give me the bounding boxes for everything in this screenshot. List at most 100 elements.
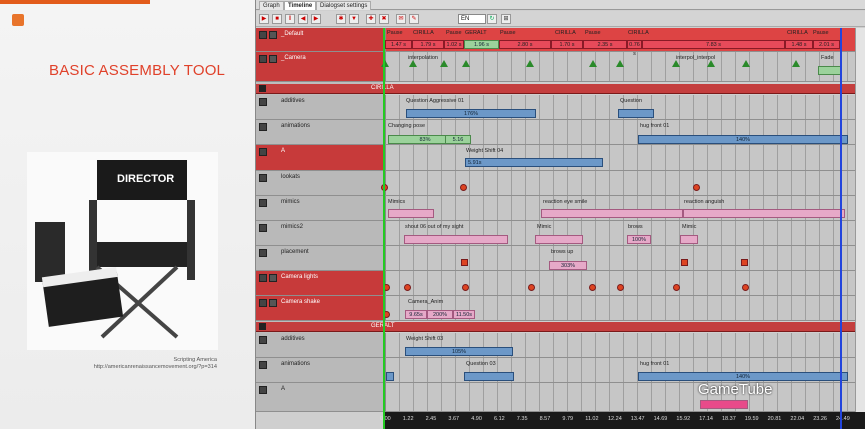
camera-key-icon[interactable] [440,60,448,67]
end-marker[interactable] [840,28,842,429]
clip-label: Mimic [682,224,697,230]
clip-brows[interactable]: 100% [627,235,651,244]
clip-camera-anim-end[interactable]: 11.50s [453,310,475,319]
ruler-tick-label: 17.14 [699,416,713,422]
track-geralt-additives[interactable]: additives [256,333,865,358]
light-key-icon[interactable] [742,284,749,291]
clip-shout[interactable] [404,235,508,244]
clip-camera-anim-pct[interactable]: 200% [427,310,453,319]
chat-remove-icon[interactable]: ✖ [379,14,389,24]
rewind-icon[interactable]: ◀ [298,14,308,24]
camera-key-icon[interactable] [462,60,470,67]
stop-icon[interactable]: ■ [272,14,282,24]
lookat-key-icon[interactable] [693,184,700,191]
clip-label: Mimics [388,199,406,205]
clip-pause[interactable]: 2.80 s [499,40,551,49]
placement-key-icon[interactable] [741,259,748,266]
clip-geralt[interactable]: 1.96 s [464,40,499,49]
tab-graph[interactable]: Graph [259,1,284,10]
ruler-tick-label: 6.12 [494,416,505,422]
ruler-tick-label: 8.57 [539,416,551,422]
clip-hug-front[interactable]: 140% [638,135,848,144]
clip-geralt-hug-front[interactable]: 140% [638,372,848,381]
light-key-icon[interactable] [589,284,596,291]
chat-add-icon[interactable]: ✚ [366,14,376,24]
forward-icon[interactable]: ▶ [311,14,321,24]
camera-key-icon[interactable] [409,60,417,67]
clip-geralt-anim-start[interactable] [386,372,394,381]
clip-cirilla[interactable]: 1.70 s [551,40,583,49]
clip-brows-up[interactable]: 303% [549,261,587,270]
placement-key-icon[interactable] [681,259,688,266]
clip-pause[interactable]: 1.02 s [444,40,464,49]
director-chair-image: DIRECTOR [27,152,218,350]
placement-key-icon[interactable] [461,259,468,266]
clip-pause[interactable]: 0.76 s [627,40,642,57]
vertical-scrollbar[interactable] [855,28,865,412]
caption-url: http://americanrenaissancemovement.org/?… [93,364,217,370]
refresh-icon[interactable]: ↻ [487,14,497,24]
play-icon[interactable]: ▶ [259,14,269,24]
clip-changing-pose-b[interactable]: 5.16 [445,135,471,144]
ruler-tick-label: 14.69 [653,416,668,422]
chat-edit-icon[interactable]: ✎ [409,14,419,24]
clip-mimics[interactable] [388,209,434,218]
bug-icon[interactable]: ✱ [336,14,346,24]
clip-cirilla[interactable]: 7.83 s [642,40,785,49]
clip-label: Pause [500,30,516,36]
clip-label: reaction eye smile [543,199,588,205]
ruler-tick-label: 12.24 [608,416,622,422]
track-camera[interactable]: _Camera [256,52,865,82]
lookat-key-icon[interactable] [460,184,467,191]
light-key-icon[interactable] [673,284,680,291]
track-geralt-a[interactable]: A [256,383,865,412]
clip-mimic[interactable] [535,235,583,244]
clip-geralt-a[interactable] [700,400,748,409]
clip-fade[interactable] [818,66,842,75]
clip-label: Question [620,98,643,104]
clip-reaction-eye-smile[interactable] [541,209,683,218]
clip-camera-anim[interactable]: 9.65s [405,310,427,319]
camera-key-icon[interactable] [792,60,800,67]
pause-icon[interactable]: ‖ [285,14,295,24]
camera-key-icon[interactable] [589,60,597,67]
clip-label: Question Aggressive 01 [406,98,465,104]
clip-question[interactable] [618,109,654,118]
chat-icon[interactable]: ✉ [396,14,406,24]
light-key-icon[interactable] [462,284,469,291]
track-lookats[interactable]: lookats [256,171,865,196]
light-key-icon[interactable] [528,284,535,291]
arrow-down-icon[interactable]: ▼ [349,14,359,24]
ruler-tick-label: 18.37 [722,416,736,422]
camera-key-icon[interactable] [742,60,750,67]
group-cirilla[interactable]: CIRILLA [256,84,865,94]
tab-dialogset-settings[interactable]: Dialogset settings [316,1,372,10]
clip-pause[interactable]: 1.47 s [385,40,412,49]
camera-key-icon[interactable] [526,60,534,67]
clip-reaction-anguish[interactable] [683,209,845,218]
tab-timeline[interactable]: Timeline [284,1,317,10]
light-key-icon[interactable] [617,284,624,291]
clip-weight-shift-03[interactable]: 105% [405,347,513,356]
expand-icon[interactable]: ⊞ [501,14,511,24]
playhead[interactable] [383,28,385,429]
camera-key-icon[interactable] [616,60,624,67]
clip-mimic-b[interactable] [680,235,698,244]
track-camera-lights[interactable]: Camera lights [256,271,865,296]
camera-key-icon[interactable] [707,60,715,67]
track-additives[interactable]: additives [256,95,865,120]
clip-question-aggressive[interactable]: 176% [406,109,536,118]
clip-cirilla[interactable]: 1.79 s [412,40,444,49]
clip-weight-shift-04[interactable]: 5.91s [465,158,603,167]
clip-question-03[interactable] [464,372,514,381]
group-geralt[interactable]: GERALT [256,322,865,332]
clip-cirilla[interactable]: 1.48 s [785,40,813,49]
ruler-tick-label: 11.02 [585,416,599,422]
light-key-icon[interactable] [404,284,411,291]
ruler-tick-label: 22.04 [790,416,805,422]
language-select[interactable]: EN [458,14,486,24]
clip-pause[interactable]: 2.35 s [583,40,627,49]
track-camera-shake[interactable]: Camera shake [256,296,865,321]
camera-key-icon[interactable] [672,60,680,67]
clip-pause[interactable]: 2.01 s [813,40,840,49]
